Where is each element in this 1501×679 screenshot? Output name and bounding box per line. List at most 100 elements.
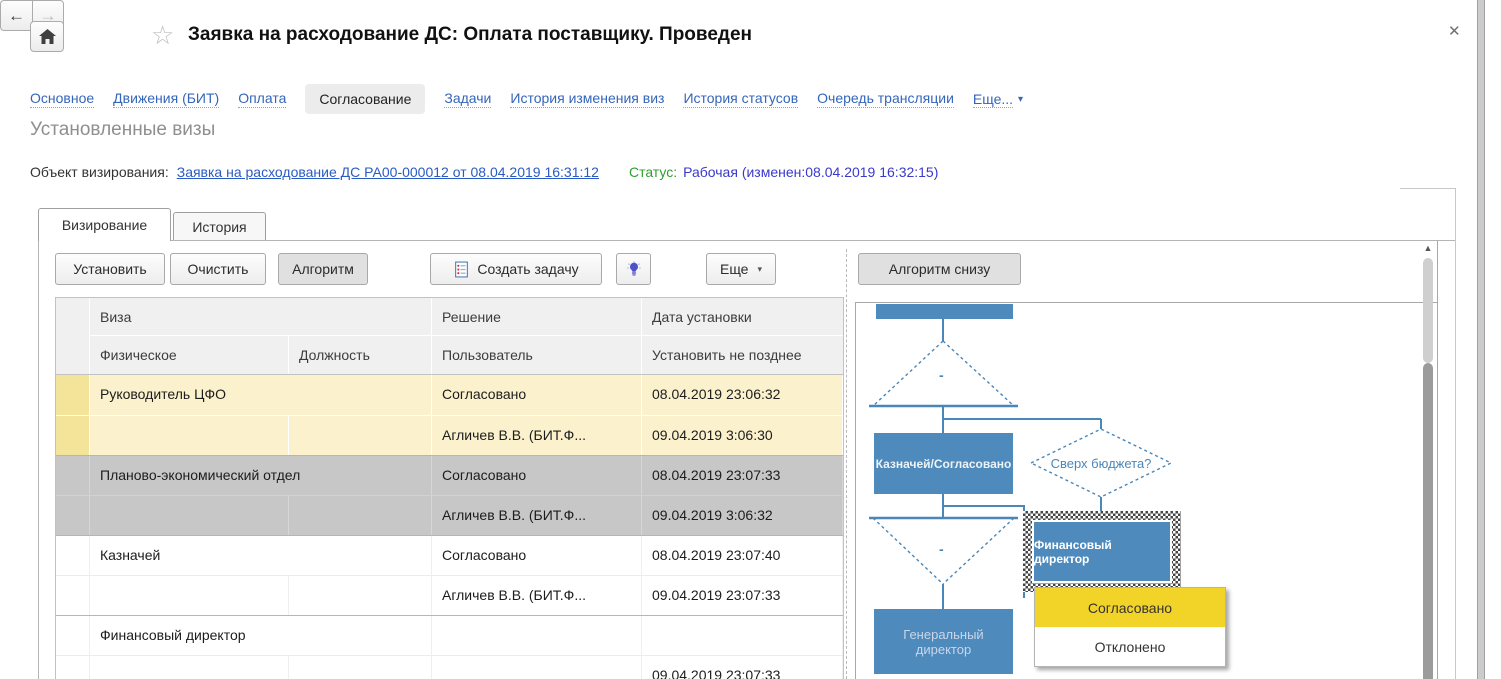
cell-position: [289, 415, 432, 455]
chevron-down-icon: ▾: [757, 264, 762, 275]
section-heading: Установленные визы: [30, 119, 215, 141]
cell-date: 08.04.2019 23:07:40: [642, 536, 843, 575]
header-physical[interactable]: Физическое: [90, 336, 288, 374]
cell-user: Агличев В.В. (БИТ.Ф...: [432, 575, 642, 615]
nav-item-oplata[interactable]: Оплата: [238, 90, 286, 108]
object-line: Объект визирования: Заявка на расходован…: [30, 164, 938, 180]
row-marker-cell: [56, 536, 90, 575]
algorithm-button[interactable]: Алгоритм: [278, 253, 368, 285]
cell-decision: Согласовано: [432, 536, 642, 575]
tabpage-left-border: [38, 240, 39, 679]
header-position[interactable]: Должность: [289, 336, 431, 374]
nav-item-dvizheniya[interactable]: Движения (БИТ): [113, 90, 219, 108]
table-row[interactable]: Финансовый директор: [56, 615, 843, 655]
cell-visa: Руководитель ЦФО: [90, 375, 432, 415]
flowchart-scrollbar[interactable]: ▲: [1421, 240, 1435, 679]
flow-node-gendir[interactable]: Генеральный директор: [874, 609, 1013, 674]
menu-item-declined[interactable]: Отклонено: [1035, 627, 1225, 666]
header-date-set[interactable]: Дата установки: [642, 298, 843, 335]
flow-node-findir[interactable]: Финансовый директор: [1032, 520, 1172, 583]
cell-physical: [90, 655, 289, 679]
scrollbar-thumb[interactable]: [1423, 363, 1433, 679]
cell-date: 08.04.2019 23:07:33: [642, 456, 843, 495]
home-button[interactable]: [30, 21, 64, 52]
table-row[interactable]: 09.04.2019 23:07:33: [56, 655, 843, 679]
panel-right-border: [1437, 240, 1438, 679]
task-list-icon: [453, 261, 470, 278]
tabpage-top-border: [38, 240, 1455, 241]
table-row[interactable]: Казначей Согласовано 08.04.2019 23:07:40: [56, 535, 843, 575]
header-decision[interactable]: Решение: [432, 298, 641, 335]
cell-position: [289, 655, 432, 679]
create-task-button[interactable]: Создать задачу: [430, 253, 602, 285]
nav-item-zadachi[interactable]: Задачи: [444, 90, 491, 108]
nav-item-soglasovanie-active[interactable]: Согласование: [305, 84, 425, 114]
flow-node-kaznachey[interactable]: Казначей/Согласовано: [874, 433, 1013, 494]
visa-table: Виза Решение Дата установки Физическое Д…: [55, 297, 844, 679]
table-row-selected[interactable]: Планово-экономический отдел Согласовано …: [56, 455, 843, 495]
table-row-selected[interactable]: Агличев В.В. (БИТ.Ф... 09.04.2019 3:06:3…: [56, 495, 843, 535]
row-marker-cell: [56, 616, 90, 655]
hint-button[interactable]: [616, 253, 651, 285]
object-label: Объект визирования:: [30, 164, 169, 180]
flow-diamond-budget[interactable]: Сверх бюджета?: [1031, 429, 1171, 497]
cell-user: Агличев В.В. (БИТ.Ф...: [432, 415, 642, 455]
algorithm-flowchart-panel: - Казначей/Согласовано Сверх бюджета? - …: [855, 302, 1437, 679]
status-value: Рабочая (изменен:08.04.2019 16:32:15): [683, 164, 938, 180]
header-user[interactable]: Пользователь: [432, 336, 641, 374]
back-button[interactable]: ←: [0, 0, 32, 31]
scrollbar-track[interactable]: [1423, 258, 1433, 363]
header-corner-cell: [56, 298, 89, 374]
nav-more-label: Еще...: [973, 91, 1013, 108]
create-task-label: Создать задачу: [477, 261, 578, 277]
flow-triangle-minus: -: [939, 367, 944, 383]
cell-deadline: 09.04.2019 3:06:32: [642, 495, 843, 535]
row-marker-cell: [56, 375, 90, 415]
row-marker-cell: [56, 575, 90, 615]
cell-physical: [90, 575, 289, 615]
nav-more-button[interactable]: Еще... ▾: [973, 91, 1023, 108]
frame-right-border: [1455, 188, 1456, 679]
more-button[interactable]: Еще ▾: [706, 253, 776, 285]
frame-top-right-border: [1400, 188, 1456, 189]
object-document-link[interactable]: Заявка на расходование ДС РА00-000012 от…: [177, 164, 599, 180]
cell-decision: [432, 616, 642, 655]
cell-date: [642, 616, 843, 655]
tab-istoriya[interactable]: История: [173, 212, 266, 240]
set-visa-button[interactable]: Установить: [55, 253, 165, 285]
cell-decision: Согласовано: [432, 456, 642, 495]
row-marker-cell: [56, 655, 90, 679]
cell-date: 08.04.2019 23:06:32: [642, 375, 843, 415]
tab-vizirovanie[interactable]: Визирование: [38, 208, 171, 241]
page-title: Заявка на расходование ДС: Оплата постав…: [188, 24, 752, 46]
chevron-down-icon: ▾: [1018, 94, 1023, 105]
cell-position: [289, 575, 432, 615]
more-label: Еще: [720, 261, 749, 277]
cell-physical: [90, 415, 289, 455]
nav-item-osnovnoe[interactable]: Основное: [30, 90, 94, 108]
header-deadline[interactable]: Установить не позднее: [642, 336, 843, 374]
close-icon[interactable]: ✕: [1448, 22, 1461, 40]
favorite-star-icon[interactable]: ☆: [151, 19, 174, 51]
algorithm-bottom-button[interactable]: Алгоритм снизу: [858, 253, 1021, 285]
lamp-icon: [626, 261, 642, 278]
header-visa[interactable]: Виза: [90, 298, 431, 335]
nav-item-ochered[interactable]: Очередь трансляции: [817, 90, 954, 108]
panel-splitter[interactable]: [846, 249, 847, 679]
scroll-up-icon[interactable]: ▲: [1421, 243, 1435, 253]
row-marker-cell: [56, 495, 90, 535]
menu-item-approved[interactable]: Согласовано: [1035, 588, 1225, 627]
nav-item-istoriya-statusov[interactable]: История статусов: [683, 90, 798, 108]
nav-item-istoriya-viz[interactable]: История изменения виз: [510, 90, 664, 108]
flow-node-top[interactable]: [876, 304, 1013, 319]
app-window: ← → ☆ Заявка на расходование ДС: Оплата …: [0, 0, 1501, 679]
table-row[interactable]: Руководитель ЦФО Согласовано 08.04.2019 …: [56, 375, 843, 415]
cell-user: [432, 655, 642, 679]
table-row[interactable]: Агличев В.В. (БИТ.Ф... 09.04.2019 3:06:3…: [56, 415, 843, 455]
cell-deadline: 09.04.2019 23:07:33: [642, 575, 843, 615]
window-scrollbar[interactable]: [1477, 0, 1485, 679]
table-row[interactable]: Агличев В.В. (БИТ.Ф... 09.04.2019 23:07:…: [56, 575, 843, 615]
cell-deadline: 09.04.2019 23:07:33: [642, 655, 843, 679]
clear-button[interactable]: Очистить: [170, 253, 266, 285]
flow-triangle-minus: -: [939, 541, 944, 557]
